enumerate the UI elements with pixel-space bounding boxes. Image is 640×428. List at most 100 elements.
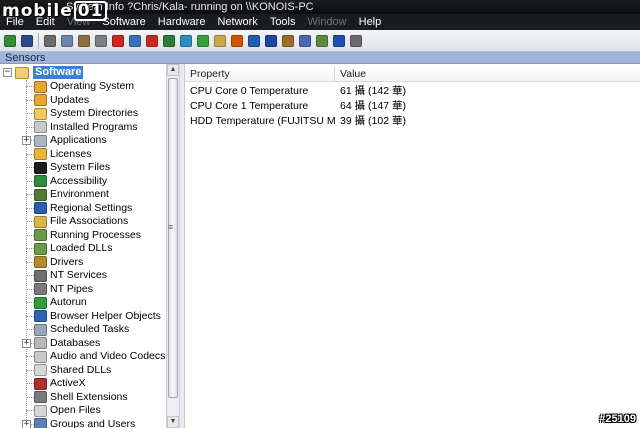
- copy-icon[interactable]: [60, 34, 74, 48]
- tree-connector: [26, 221, 34, 223]
- tree-item-operating-system[interactable]: Operating System: [26, 80, 134, 94]
- app-icon[interactable]: [298, 34, 312, 48]
- tree-item-licenses[interactable]: Licenses: [26, 148, 91, 162]
- monitor-icon[interactable]: [128, 34, 142, 48]
- tree-connector: [26, 234, 34, 236]
- splitter-grip-icon[interactable]: ≡: [168, 222, 173, 232]
- tree-item-label: Licenses: [50, 147, 92, 160]
- tree-root-label: Software: [33, 66, 84, 79]
- tree-item-drivers[interactable]: Drivers: [26, 256, 83, 270]
- expand-icon[interactable]: +: [22, 419, 31, 428]
- tree-item-shell-extensions[interactable]: Shell Extensions: [26, 391, 128, 405]
- tree-item-file-associations[interactable]: File Associations: [26, 215, 128, 229]
- column-header-property[interactable]: Property: [185, 66, 335, 81]
- tree-root-software[interactable]: − Software: [3, 66, 84, 79]
- paste-icon[interactable]: [77, 34, 91, 48]
- tree-item-databases[interactable]: + Databases: [22, 337, 100, 351]
- refresh-icon[interactable]: [3, 34, 17, 48]
- codec-icon: [34, 350, 47, 363]
- scroll-up-icon[interactable]: ▲: [167, 64, 179, 76]
- tree-connector: [26, 99, 34, 101]
- autorun-icon: [34, 296, 47, 309]
- tree-item-shared-dlls[interactable]: Shared DLLs: [26, 364, 111, 378]
- disk-icon[interactable]: [315, 34, 329, 48]
- shield-icon-glyph: [265, 34, 277, 47]
- panel-header: Sensors: [0, 52, 640, 64]
- tree-item-system-directories[interactable]: System Directories: [26, 107, 138, 121]
- tree-item-scheduled-tasks[interactable]: Scheduled Tasks: [26, 323, 129, 337]
- network-icon[interactable]: [247, 34, 261, 48]
- tree-item-nt-pipes[interactable]: NT Pipes: [26, 283, 93, 297]
- ring-icon[interactable]: [230, 34, 244, 48]
- tree-item-updates[interactable]: Updates: [26, 94, 89, 108]
- regional-icon: [34, 202, 47, 215]
- menu-hardware[interactable]: Hardware: [152, 14, 212, 30]
- globe-icon[interactable]: [179, 34, 193, 48]
- print-icon[interactable]: [94, 34, 108, 48]
- menu-network[interactable]: Network: [211, 14, 263, 30]
- tree-item-browser-helper-objects[interactable]: Browser Helper Objects: [26, 310, 161, 324]
- tree-connector: [26, 383, 34, 385]
- table-row[interactable]: CPU Core 0 Temperature 61 攝 (142 華): [185, 84, 640, 99]
- expand-icon[interactable]: +: [22, 338, 31, 348]
- stop-icon[interactable]: [111, 34, 125, 48]
- tree-connector: [26, 153, 34, 155]
- tree-item-groups-and-users[interactable]: + Groups and Users: [22, 418, 135, 428]
- document-icon[interactable]: [213, 34, 227, 48]
- tree-item-loaded-dlls[interactable]: Loaded DLLs: [26, 242, 112, 256]
- tree-item-audio-and-video-codecs[interactable]: Audio and Video Codecs: [26, 350, 165, 364]
- paste-icon-glyph: [78, 34, 90, 47]
- os-icon: [34, 80, 47, 93]
- save-icon[interactable]: [20, 34, 34, 48]
- tree-item-label: Regional Settings: [50, 201, 133, 214]
- scroll-thumb[interactable]: [168, 78, 178, 398]
- environment-icon: [34, 188, 47, 201]
- chip-icon[interactable]: [145, 34, 159, 48]
- table-row[interactable]: HDD Temperature (FUJITSU MH... 39 攝 (102 …: [185, 114, 640, 129]
- tools-icon[interactable]: [281, 34, 295, 48]
- scroll-down-icon[interactable]: ▼: [167, 416, 179, 428]
- tree-item-applications[interactable]: + Applications: [22, 134, 107, 148]
- column-header-value[interactable]: Value: [335, 66, 640, 81]
- tree-item-nt-services[interactable]: NT Services: [26, 269, 107, 283]
- tree-item-autorun[interactable]: Autorun: [26, 296, 87, 310]
- sync-icon-glyph: [197, 34, 209, 47]
- tree-item-activex[interactable]: ActiveX: [26, 377, 86, 391]
- tree-item-accessibility[interactable]: Accessibility: [26, 175, 107, 189]
- info-icon[interactable]: [332, 34, 346, 48]
- tree-connector: [26, 261, 34, 263]
- menu-help[interactable]: Help: [353, 14, 388, 30]
- tree-item-label: Applications: [50, 134, 107, 147]
- driver-icon: [34, 256, 47, 269]
- tree-item-open-files[interactable]: Open Files: [26, 404, 101, 418]
- tree-item-system-files[interactable]: System Files: [26, 161, 110, 175]
- tree-connector: [26, 315, 34, 317]
- tree-connector: [26, 288, 34, 290]
- tree-item-installed-programs[interactable]: Installed Programs: [26, 121, 138, 135]
- watermark-text-right: 01: [73, 1, 108, 21]
- network-icon-glyph: [248, 34, 260, 47]
- graph-icon[interactable]: [162, 34, 176, 48]
- collapse-icon[interactable]: −: [3, 68, 12, 77]
- tree-item-label: NT Pipes: [50, 282, 93, 295]
- cut-icon[interactable]: [43, 34, 57, 48]
- table-row[interactable]: CPU Core 1 Temperature 64 攝 (147 華): [185, 99, 640, 114]
- open-files-icon: [34, 404, 47, 417]
- sync-icon[interactable]: [196, 34, 210, 48]
- panel-title: Sensors: [5, 52, 46, 64]
- globe-icon-glyph: [180, 34, 192, 47]
- copy-icon-glyph: [61, 34, 73, 47]
- link-icon[interactable]: [349, 34, 363, 48]
- tree-item-regional-settings[interactable]: Regional Settings: [26, 202, 132, 216]
- property-cell: HDD Temperature (FUJITSU MH...: [190, 115, 335, 127]
- tree-item-label: NT Services: [50, 269, 107, 282]
- menu-window: Window: [307, 16, 347, 28]
- tree-connector: [26, 248, 34, 250]
- tree-item-environment[interactable]: Environment: [26, 188, 109, 202]
- tree-item-running-processes[interactable]: Running Processes: [26, 229, 141, 243]
- tree-scrollbar[interactable]: ▲ ▼: [166, 64, 180, 428]
- expand-icon[interactable]: +: [22, 136, 31, 145]
- value-cell: 64 攝 (147 華): [340, 100, 406, 112]
- menu-tools[interactable]: Tools: [264, 14, 302, 30]
- shield-icon[interactable]: [264, 34, 278, 48]
